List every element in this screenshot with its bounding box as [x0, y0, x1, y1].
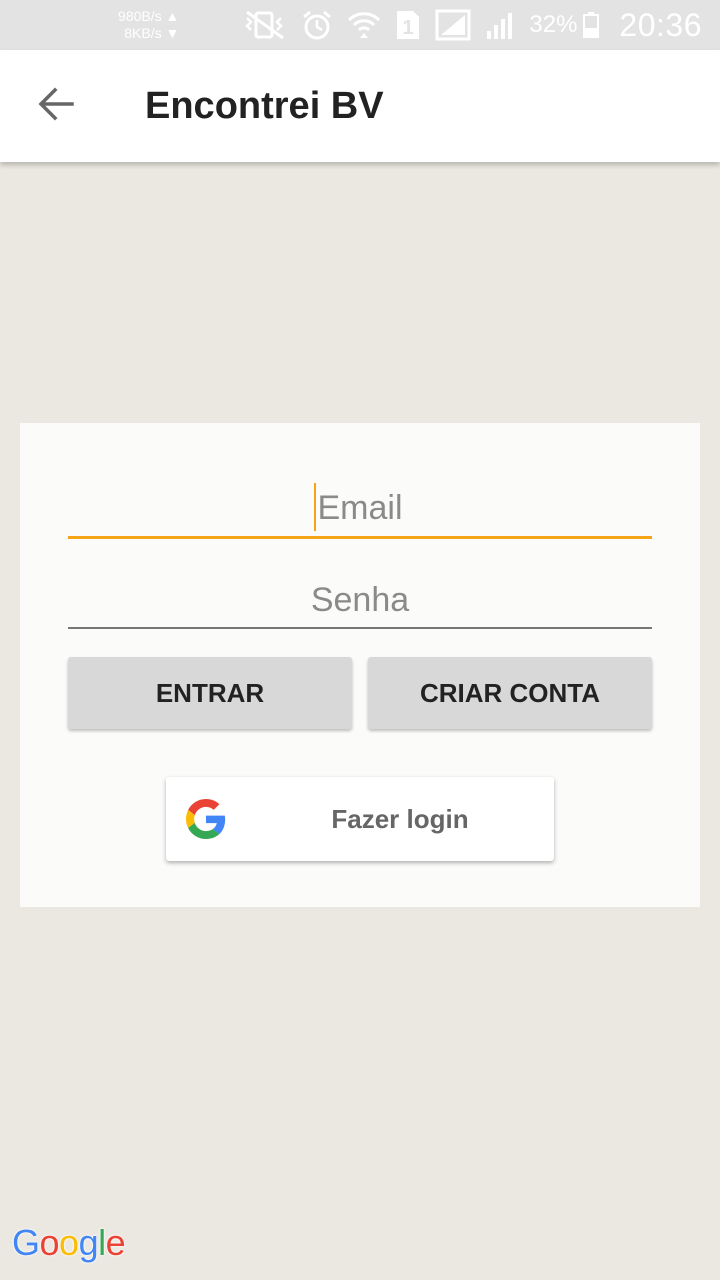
- google-logo-letter: g: [78, 1222, 99, 1263]
- status-bar: 980B/s ▲ 8KB/s ▼ 1 32% 20:36: [0, 0, 720, 50]
- wifi-icon: [347, 9, 381, 41]
- google-logo-letter: G: [12, 1222, 40, 1263]
- alarm-icon: [301, 9, 333, 41]
- google-logo-letter: o: [39, 1222, 60, 1263]
- arrow-back-icon: [38, 86, 74, 127]
- vibrate-mute-icon: [241, 10, 287, 40]
- text-cursor: [314, 483, 316, 531]
- sim-1-icon: 1: [395, 9, 421, 41]
- create-account-button[interactable]: CRIAR CONTA: [368, 657, 652, 729]
- enter-button[interactable]: ENTRAR: [68, 657, 352, 729]
- page-title: Encontrei BV: [145, 84, 384, 127]
- google-logo-letter: o: [59, 1222, 79, 1263]
- google-logo-letter: e: [105, 1222, 126, 1263]
- google-g-icon: [186, 799, 226, 839]
- password-field[interactable]: [68, 573, 652, 629]
- signal-weak-icon: [485, 9, 515, 41]
- email-field[interactable]: [68, 481, 652, 539]
- back-button[interactable]: [0, 50, 112, 162]
- status-time: 20:36: [619, 6, 702, 43]
- google-logo: Google: [12, 1222, 126, 1264]
- login-card: ENTRAR CRIAR CONTA Fazer login: [20, 423, 700, 907]
- battery-percent: 32%: [529, 11, 578, 38]
- google-logo-letter: l: [98, 1222, 106, 1263]
- battery-icon: [583, 12, 600, 38]
- svg-text:1: 1: [403, 17, 414, 39]
- status-icons: 1: [241, 9, 515, 41]
- google-sign-in-label: Fazer login: [331, 803, 469, 834]
- app-bar: Encontrei BV: [0, 50, 720, 162]
- signal-icon: [435, 9, 471, 41]
- google-sign-in-button[interactable]: Fazer login: [166, 777, 554, 861]
- network-speed: 980B/s ▲ 8KB/s ▼: [118, 8, 179, 42]
- upload-speed: 980B/s ▲: [118, 8, 180, 24]
- download-speed: 8KB/s ▼: [124, 25, 180, 41]
